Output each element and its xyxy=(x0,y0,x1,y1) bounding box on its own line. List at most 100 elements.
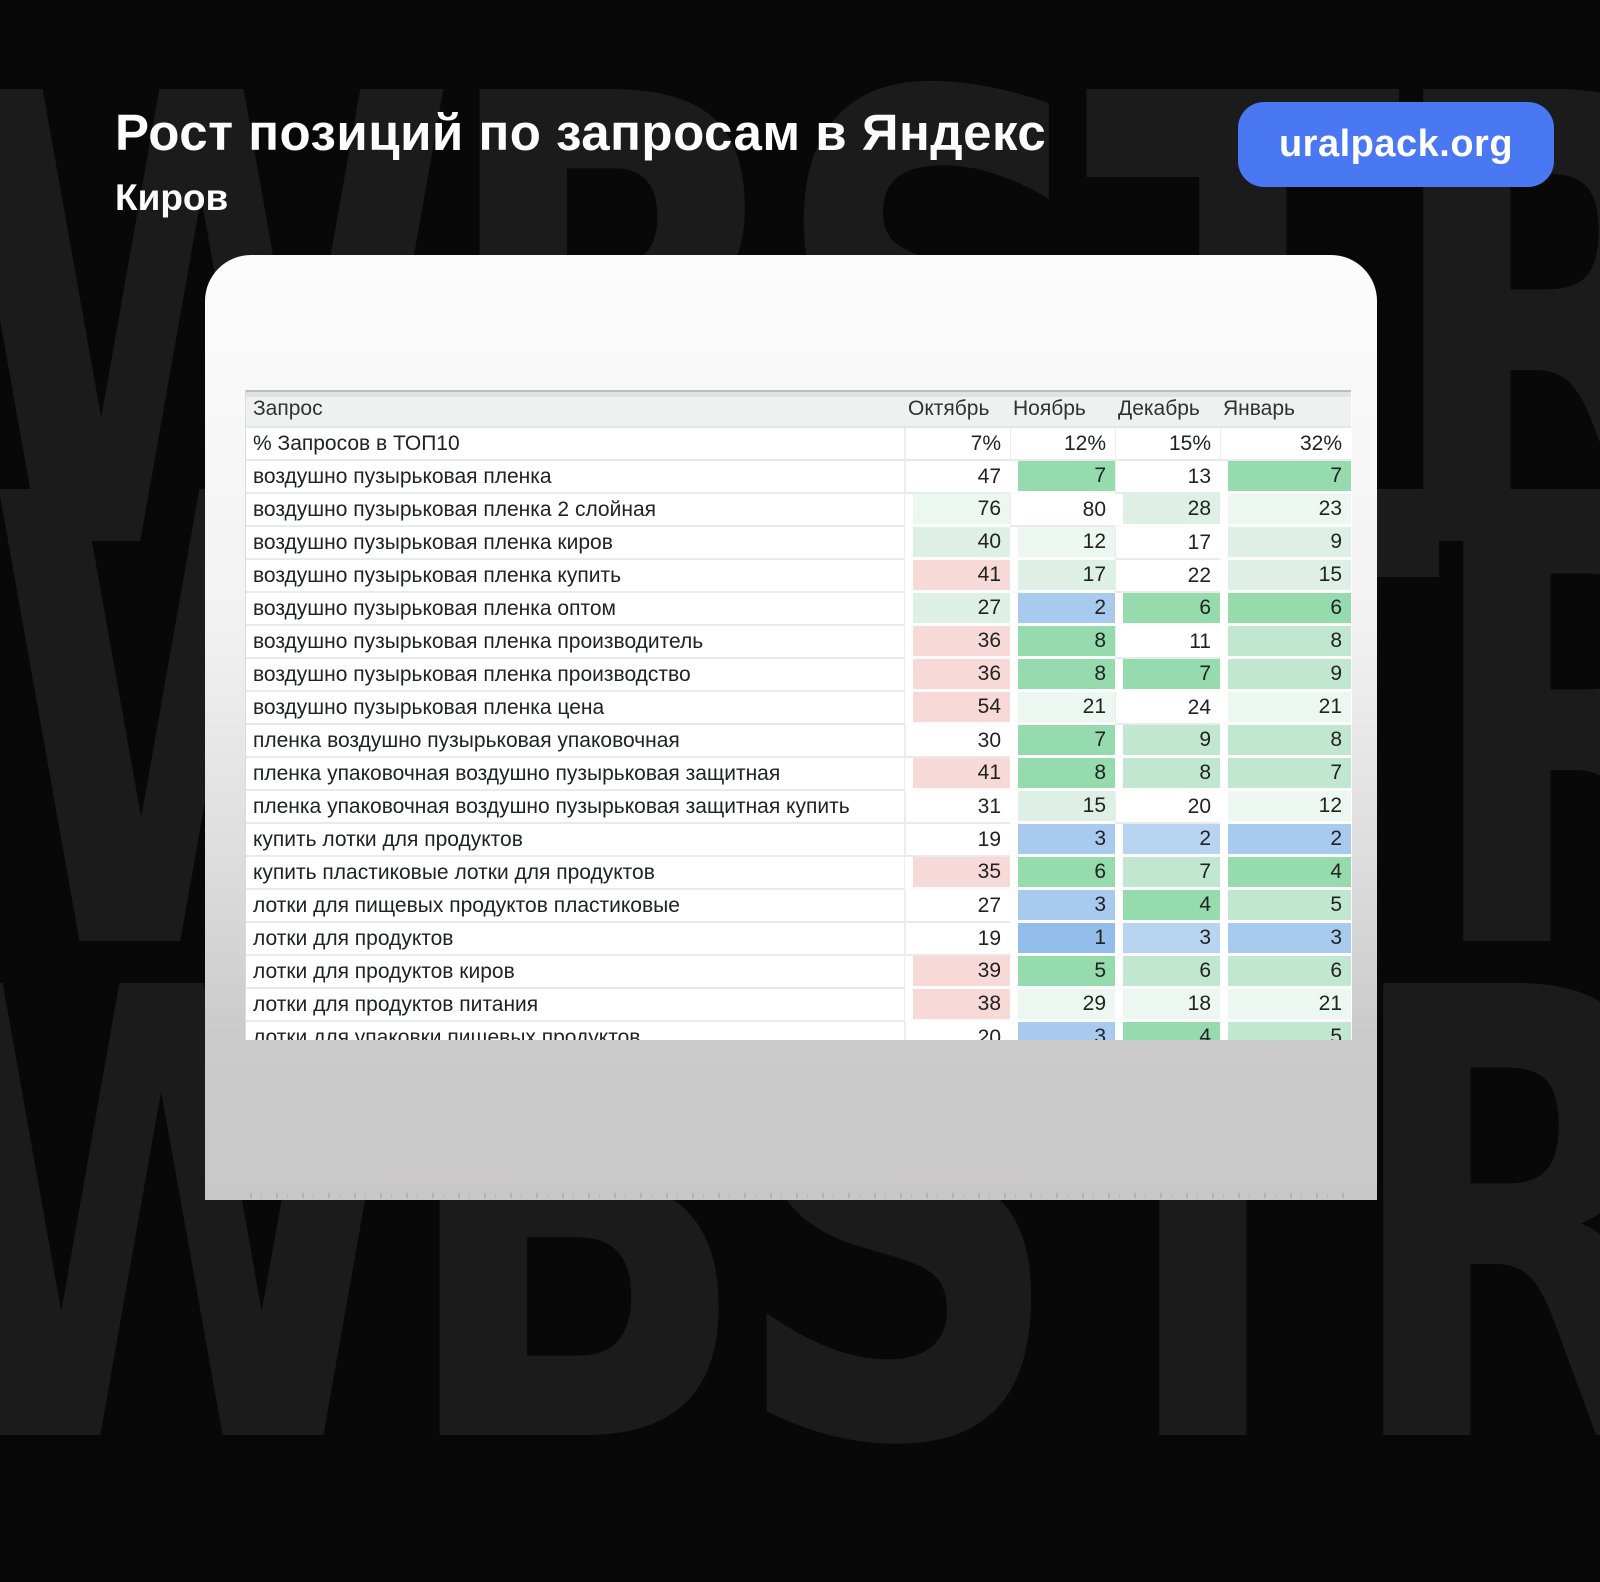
value-cell: 35 xyxy=(905,857,1010,890)
value-cell: 5 xyxy=(1220,1022,1351,1040)
value-cell: 2 xyxy=(1115,824,1220,857)
content-card: ЗапросОктябрьНоябрьДекабрьЯнварь % Запро… xyxy=(205,255,1377,1200)
value-cell: 47 xyxy=(905,461,1010,494)
table-row: лотки для пищевых продуктов пластиковые2… xyxy=(246,890,1351,923)
column-header-month: Декабрь xyxy=(1115,390,1220,428)
value-cell: 7 xyxy=(1115,857,1220,890)
value-cell: 8 xyxy=(1220,725,1351,758)
value-cell: 6 xyxy=(1220,593,1351,626)
value-cell: 21 xyxy=(1010,692,1115,725)
table-row: воздушно пузырьковая пленка купить411722… xyxy=(246,560,1351,593)
value-cell: 22 xyxy=(1115,560,1220,593)
table-row: купить лотки для продуктов19322 xyxy=(246,824,1351,857)
site-badge-label: uralpack.org xyxy=(1279,123,1513,166)
value-cell: 6 xyxy=(1115,593,1220,626)
table-row: пленка упаковочная воздушно пузырьковая … xyxy=(246,758,1351,791)
value-cell: 7 xyxy=(1010,461,1115,494)
value-cell: 2 xyxy=(1220,824,1351,857)
value-cell: 32% xyxy=(1220,428,1351,461)
column-header-month: Октябрь xyxy=(905,390,1010,428)
value-cell: 20 xyxy=(1115,791,1220,824)
value-cell: 39 xyxy=(905,956,1010,989)
clipped-text-artifact xyxy=(250,1193,1352,1198)
value-cell: 7 xyxy=(1220,461,1351,494)
query-cell: лотки для продуктов xyxy=(246,923,905,956)
query-cell: лотки для пищевых продуктов пластиковые xyxy=(246,890,905,923)
query-cell: воздушно пузырьковая пленка оптом xyxy=(246,593,905,626)
table-row: купить пластиковые лотки для продуктов35… xyxy=(246,857,1351,890)
value-cell: 8 xyxy=(1010,626,1115,659)
value-cell: 19 xyxy=(905,923,1010,956)
value-cell: 38 xyxy=(905,989,1010,1022)
value-cell: 8 xyxy=(1220,626,1351,659)
value-cell: 28 xyxy=(1115,494,1220,527)
value-cell: 6 xyxy=(1115,956,1220,989)
value-cell: 76 xyxy=(905,494,1010,527)
value-cell: 4 xyxy=(1220,857,1351,890)
query-cell: воздушно пузырьковая пленка цена xyxy=(246,692,905,725)
value-cell: 17 xyxy=(1115,527,1220,560)
query-cell: воздушно пузырьковая пленка xyxy=(246,461,905,494)
value-cell: 31 xyxy=(905,791,1010,824)
value-cell: 24 xyxy=(1115,692,1220,725)
value-cell: 4 xyxy=(1115,1022,1220,1040)
value-cell: 15% xyxy=(1115,428,1220,461)
site-badge[interactable]: uralpack.org xyxy=(1238,102,1554,187)
value-cell: 80 xyxy=(1010,494,1115,527)
query-cell: пленка упаковочная воздушно пузырьковая … xyxy=(246,791,905,824)
value-cell: 21 xyxy=(1220,989,1351,1022)
value-cell: 9 xyxy=(1220,527,1351,560)
value-cell: 30 xyxy=(905,725,1010,758)
column-header-month: Ноябрь xyxy=(1010,390,1115,428)
query-cell: воздушно пузырьковая пленка киров xyxy=(246,527,905,560)
value-cell: 5 xyxy=(1010,956,1115,989)
table-row: пленка воздушно пузырьковая упаковочная3… xyxy=(246,725,1351,758)
value-cell: 7% xyxy=(905,428,1010,461)
table-row: воздушно пузырьковая пленка 2 слойная768… xyxy=(246,494,1351,527)
value-cell: 4 xyxy=(1115,890,1220,923)
query-cell: воздушно пузырьковая пленка производител… xyxy=(246,626,905,659)
hero-header: Рост позиций по запросам в Яндекс Киров xyxy=(115,104,1046,219)
page-title: Рост позиций по запросам в Яндекс xyxy=(115,104,1046,161)
page-subtitle: Киров xyxy=(115,177,1046,219)
value-cell: 23 xyxy=(1220,494,1351,527)
value-cell: 3 xyxy=(1220,923,1351,956)
value-cell: 8 xyxy=(1115,758,1220,791)
value-cell: 12 xyxy=(1010,527,1115,560)
table-row: % Запросов в ТОП107%12%15%32% xyxy=(246,428,1351,461)
value-cell: 36 xyxy=(905,626,1010,659)
value-cell: 1 xyxy=(1010,923,1115,956)
value-cell: 54 xyxy=(905,692,1010,725)
value-cell: 5 xyxy=(1220,890,1351,923)
column-header-query: Запрос xyxy=(246,390,905,428)
table-row: воздушно пузырьковая пленка477137 xyxy=(246,461,1351,494)
query-cell: воздушно пузырьковая пленка купить xyxy=(246,560,905,593)
value-cell: 11 xyxy=(1115,626,1220,659)
value-cell: 9 xyxy=(1115,725,1220,758)
value-cell: 6 xyxy=(1010,857,1115,890)
query-cell: пленка воздушно пузырьковая упаковочная xyxy=(246,725,905,758)
value-cell: 27 xyxy=(905,890,1010,923)
table-row: воздушно пузырьковая пленка производител… xyxy=(246,626,1351,659)
value-cell: 41 xyxy=(905,758,1010,791)
value-cell: 3 xyxy=(1115,923,1220,956)
positions-table: ЗапросОктябрьНоябрьДекабрьЯнварь % Запро… xyxy=(246,390,1351,1040)
table-row: лотки для продуктов питания38291821 xyxy=(246,989,1351,1022)
table-row: воздушно пузырьковая пленка оптом27266 xyxy=(246,593,1351,626)
query-cell: лотки для продуктов питания xyxy=(246,989,905,1022)
value-cell: 8 xyxy=(1010,659,1115,692)
query-cell: купить лотки для продуктов xyxy=(246,824,905,857)
column-header-month: Январь xyxy=(1220,390,1351,428)
value-cell: 13 xyxy=(1115,461,1220,494)
table-row: воздушно пузырьковая пленка цена54212421 xyxy=(246,692,1351,725)
value-cell: 19 xyxy=(905,824,1010,857)
value-cell: 29 xyxy=(1010,989,1115,1022)
query-cell: воздушно пузырьковая пленка производство xyxy=(246,659,905,692)
value-cell: 40 xyxy=(905,527,1010,560)
positions-table-container: ЗапросОктябрьНоябрьДекабрьЯнварь % Запро… xyxy=(245,390,1352,1040)
query-cell: пленка упаковочная воздушно пузырьковая … xyxy=(246,758,905,791)
table-row: лотки для продуктов19133 xyxy=(246,923,1351,956)
value-cell: 6 xyxy=(1220,956,1351,989)
table-row: пленка упаковочная воздушно пузырьковая … xyxy=(246,791,1351,824)
value-cell: 15 xyxy=(1220,560,1351,593)
